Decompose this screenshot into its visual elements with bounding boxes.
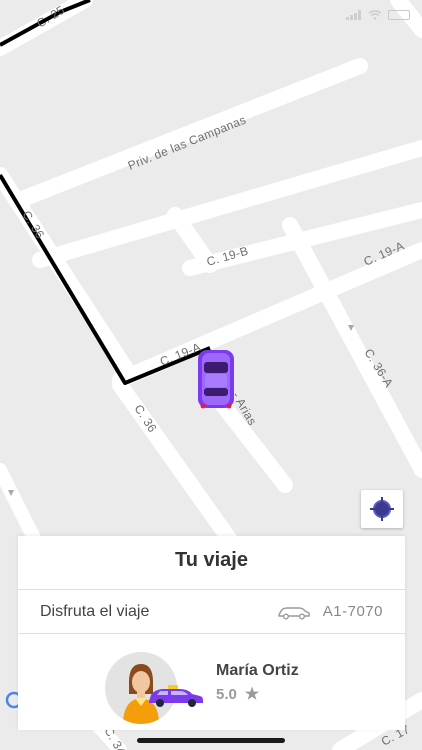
home-indicator[interactable] bbox=[137, 738, 285, 743]
trip-status-row: Disfruta el viaje A1-7070 bbox=[18, 590, 405, 634]
driver-rating: 5.0 ★ bbox=[216, 684, 259, 704]
car-outline-icon bbox=[278, 606, 310, 619]
taxi-car-icon bbox=[149, 685, 203, 707]
locate-me-button[interactable] bbox=[361, 490, 403, 528]
wifi-icon bbox=[368, 10, 382, 20]
rating-value: 5.0 bbox=[216, 685, 237, 703]
crosshair-icon bbox=[370, 497, 394, 521]
battery-icon bbox=[388, 10, 410, 20]
trip-title: Tu viaje bbox=[18, 536, 405, 590]
signal-icon bbox=[346, 10, 361, 20]
trip-status-text: Disfruta el viaje bbox=[40, 602, 150, 620]
status-bar bbox=[346, 10, 410, 20]
license-plate: A1-7070 bbox=[322, 603, 383, 620]
driver-card[interactable]: María Ortiz 5.0 ★ bbox=[18, 634, 405, 730]
trip-panel: Tu viaje Disfruta el viaje A1-7070 María… bbox=[18, 536, 405, 730]
car-marker-icon bbox=[198, 350, 234, 409]
driver-name: María Ortiz bbox=[216, 662, 299, 679]
star-icon: ★ bbox=[244, 686, 260, 703]
